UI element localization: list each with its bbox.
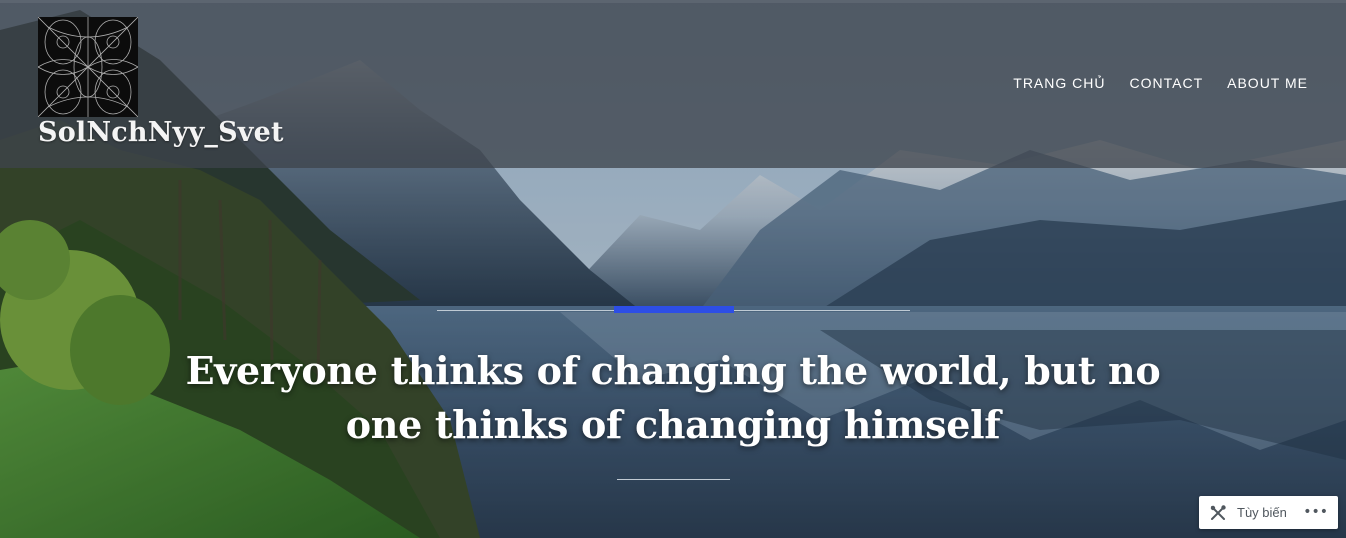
quote-divider-accent (614, 306, 734, 313)
main-navigation: Trang chủ Contact About me (1013, 75, 1308, 91)
site-title[interactable]: SolNchNyy_Svet (38, 117, 284, 148)
nav-item-home[interactable]: Trang chủ (1013, 75, 1105, 91)
nav-item-contact[interactable]: Contact (1130, 75, 1204, 91)
site-logo[interactable] (38, 17, 138, 117)
customize-label: Tùy biến (1237, 505, 1287, 520)
site-header: SolNchNyy_Svet Trang chủ Contact About m… (0, 0, 1346, 168)
quote-divider-bottom (617, 479, 730, 480)
more-horizontal-icon[interactable]: ••• (1303, 504, 1328, 520)
customize-button[interactable]: Tùy biến ••• (1199, 496, 1338, 529)
hero-quote: Everyone thinks of changing the world, b… (185, 348, 1161, 447)
nav-item-about[interactable]: About me (1227, 75, 1308, 91)
site-logo-pattern (38, 17, 138, 117)
tools-icon (1209, 504, 1227, 522)
